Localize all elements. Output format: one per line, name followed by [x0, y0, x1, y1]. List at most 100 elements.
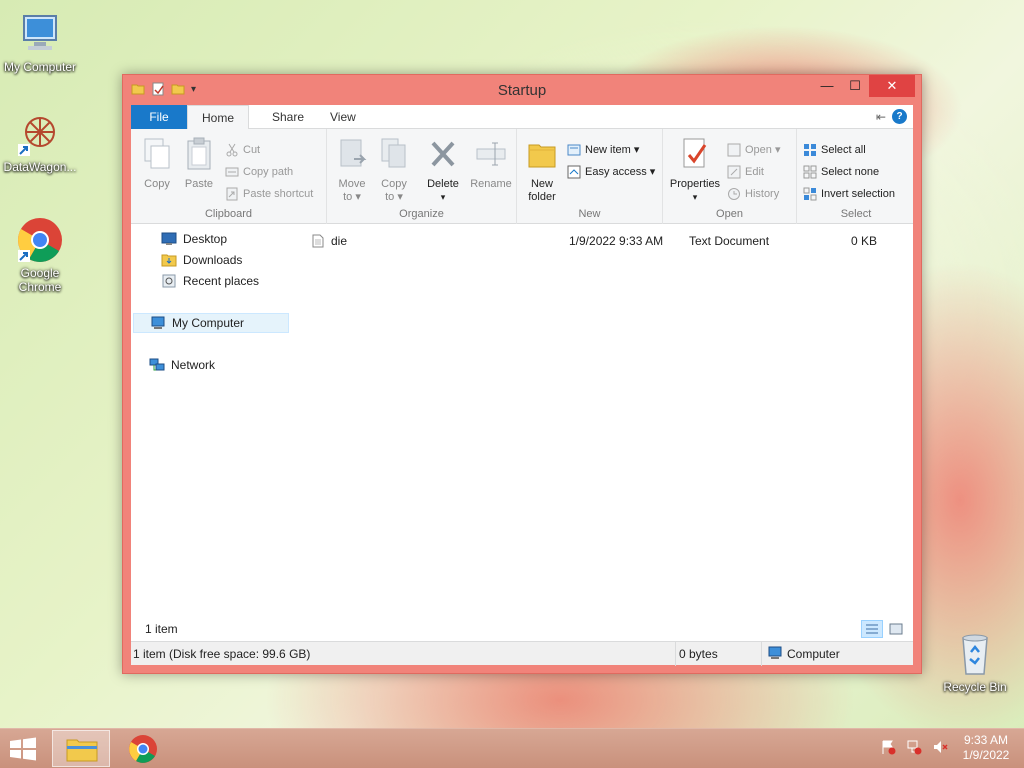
delete-dropdown-arrow[interactable]: ▾: [423, 191, 463, 204]
group-clipboard: Copy Paste Cut Copy path Paste shortcut: [131, 129, 327, 224]
open-button[interactable]: Open ▾: [727, 141, 781, 159]
selection-bytes: 0 bytes: [679, 647, 718, 661]
paste-label: Paste: [184, 178, 214, 190]
ribbon: Copy Paste Cut Copy path Paste shortcut: [131, 129, 913, 224]
title-bar[interactable]: ▾ Startup — ☐ ✕: [123, 75, 921, 105]
select-none-label: Select none: [821, 166, 880, 178]
rename-label: Rename: [470, 178, 512, 190]
properties-label: Properties: [669, 178, 721, 190]
new-folder-label-1: New: [530, 178, 553, 190]
properties-dropdown-arrow[interactable]: ▾: [667, 191, 723, 204]
select-all-icon: [804, 144, 816, 156]
nav-item-desktop[interactable]: Desktop: [161, 229, 227, 249]
edit-label: Edit: [745, 166, 764, 178]
copy-path-button[interactable]: Copy path: [225, 163, 293, 181]
clock[interactable]: 9:33 AM 1/9/2022: [958, 733, 1014, 763]
start-button[interactable]: [8, 737, 38, 761]
move-to-button[interactable]: Move to ▾: [333, 137, 371, 204]
group-label-select: Select: [840, 208, 872, 220]
chrome-icon: [16, 216, 64, 264]
desktop-icon-recycle-bin[interactable]: Recycle Bin: [935, 630, 1015, 694]
nav-item-downloads[interactable]: Downloads: [161, 250, 242, 270]
windows-logo-icon: [10, 737, 36, 761]
desktop-icon-google-chrome[interactable]: Google Chrome: [0, 216, 80, 294]
volume-muted-icon[interactable]: [932, 739, 948, 758]
tab-share[interactable]: Share: [258, 105, 318, 129]
select-none-button[interactable]: Select none: [803, 163, 879, 181]
location-text: Computer: [787, 647, 840, 661]
taskbar-file-explorer[interactable]: [52, 730, 110, 767]
action-center-flag-icon[interactable]: [880, 739, 896, 758]
minimize-ribbon-icon[interactable]: ⇤: [876, 110, 886, 124]
file-list: die 1/9/2022 9:33 AM Text Document 0 KB: [301, 225, 913, 617]
computer-icon: [767, 646, 783, 663]
paste-shortcut-button[interactable]: Paste shortcut: [225, 185, 313, 203]
edit-button[interactable]: Edit: [727, 163, 764, 181]
large-icons-view-button[interactable]: [885, 620, 907, 638]
scissors-icon: [226, 143, 238, 157]
nav-item-recent-places[interactable]: Recent places: [161, 271, 259, 291]
network-tray-icon[interactable]: [906, 739, 922, 758]
new-folder-label-2: folder: [528, 191, 556, 203]
tab-file[interactable]: File: [131, 105, 187, 129]
group-label-clipboard: Clipboard: [204, 208, 253, 220]
item-count: 1 item: [145, 622, 178, 636]
desktop-icon-datawagon[interactable]: DataWagon...: [0, 110, 80, 174]
new-item-button[interactable]: New item ▾: [567, 141, 639, 159]
rename-button[interactable]: Rename: [469, 137, 513, 191]
edit-icon: [727, 165, 741, 179]
move-to-label-1: Move: [338, 178, 366, 190]
nav-label: Downloads: [183, 253, 243, 267]
copy-button[interactable]: Copy: [139, 137, 175, 191]
properties-button[interactable]: Properties ▾: [667, 137, 723, 204]
taskbar-google-chrome[interactable]: [114, 730, 172, 767]
easy-access-label: Easy access ▾: [585, 166, 656, 178]
history-button[interactable]: History: [727, 185, 779, 203]
system-tray: 9:33 AM 1/9/2022: [880, 733, 1014, 763]
details-bar: 1 item (Disk free space: 99.6 GB) 0 byte…: [131, 641, 913, 666]
file-size: 0 KB: [851, 234, 878, 248]
minimize-button[interactable]: —: [813, 75, 841, 97]
text-file-icon: [311, 234, 325, 254]
nav-item-my-computer[interactable]: My Computer: [133, 313, 289, 333]
tab-home[interactable]: Home: [187, 105, 250, 130]
details-view-button[interactable]: [861, 620, 883, 638]
nav-label: Desktop: [183, 232, 228, 246]
file-row[interactable]: die 1/9/2022 9:33 AM Text Document 0 KB: [301, 231, 913, 251]
recycle-bin-icon: [951, 630, 999, 678]
cut-button[interactable]: Cut: [225, 141, 260, 159]
chrome-icon: [129, 735, 157, 763]
tab-view[interactable]: View: [316, 105, 370, 129]
nav-label: My Computer: [172, 316, 245, 330]
group-label-open: Open: [716, 208, 743, 220]
new-item-icon: [567, 144, 581, 156]
move-to-icon: [340, 139, 367, 167]
delete-button[interactable]: Delete ▾: [423, 137, 463, 204]
desktop-icon-my-computer[interactable]: My Computer: [0, 10, 80, 74]
copy-to-button[interactable]: Copy to ▾: [375, 137, 413, 204]
nav-item-network[interactable]: Network: [149, 355, 215, 375]
copy-to-label-1: Copy: [381, 178, 407, 190]
maximize-button[interactable]: ☐: [841, 75, 869, 97]
close-button[interactable]: ✕: [869, 75, 915, 97]
recent-places-icon: [162, 274, 176, 288]
file-name: die: [331, 234, 348, 248]
cut-label: Cut: [243, 144, 261, 156]
new-folder-button[interactable]: New folder: [523, 137, 561, 204]
file-type: Text Document: [689, 234, 770, 248]
invert-selection-label: Invert selection: [821, 188, 895, 200]
desktop-icon-label: Google Chrome: [18, 266, 62, 294]
copy-path-label: Copy path: [243, 166, 294, 178]
group-select: Select all Select none Invert selection …: [797, 129, 915, 224]
paste-shortcut-icon: [226, 187, 238, 201]
group-new: New folder New item ▾ Easy access ▾ New: [517, 129, 663, 224]
paste-button[interactable]: Paste: [181, 137, 217, 191]
paste-shortcut-label: Paste shortcut: [243, 188, 314, 200]
select-all-button[interactable]: Select all: [803, 141, 866, 159]
select-all-label: Select all: [821, 144, 866, 156]
easy-access-button[interactable]: Easy access ▾: [567, 163, 655, 181]
desktop-icon-label: Recycle Bin: [943, 680, 1007, 694]
history-icon: [728, 188, 740, 200]
help-icon[interactable]: ?: [892, 109, 907, 124]
invert-selection-button[interactable]: Invert selection: [803, 185, 895, 203]
